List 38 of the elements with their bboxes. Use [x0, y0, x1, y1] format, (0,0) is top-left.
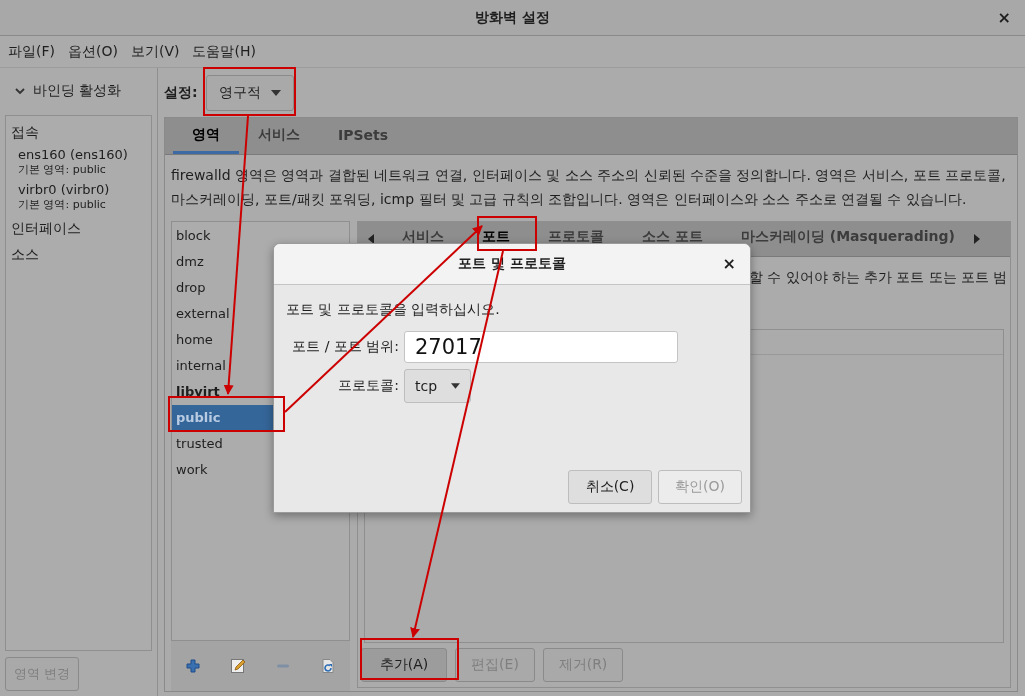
- section-heading[interactable]: 소스: [6, 242, 151, 268]
- caret-icon: [451, 383, 460, 389]
- port-field[interactable]: 27017: [404, 331, 678, 363]
- dialog-button[interactable]: 취소(C): [568, 470, 652, 504]
- scroll-right-icon[interactable]: [973, 234, 980, 244]
- menu-item[interactable]: 옵션(O): [62, 42, 124, 61]
- connection-item[interactable]: ens160 (ens160) 기본 영역: public: [6, 146, 151, 181]
- port-button[interactable]: 추가(A): [361, 648, 447, 682]
- close-button[interactable]: ×: [718, 254, 740, 273]
- protocol-dropdown[interactable]: tcp: [404, 369, 471, 403]
- connection-name: ens160 (ens160): [18, 147, 129, 162]
- close-button[interactable]: ×: [993, 8, 1015, 27]
- edit-icon[interactable]: [230, 658, 247, 674]
- section-heading[interactable]: 접속: [6, 120, 151, 146]
- configuration-dropdown[interactable]: 영구적: [205, 74, 294, 111]
- protocol-label: 프로토콜:: [337, 377, 399, 395]
- scroll-left-icon[interactable]: [368, 234, 374, 244]
- configuration-label: 설정:: [164, 83, 198, 102]
- highlight-frame: [477, 216, 537, 251]
- tab[interactable]: 영역: [173, 118, 239, 154]
- section-heading[interactable]: 인터페이스: [6, 216, 151, 242]
- binding-toggle[interactable]: 바인딩 활성화: [5, 73, 152, 109]
- menu-item[interactable]: 파일(F): [2, 42, 61, 61]
- default-zone-text: 기본 영역: public: [18, 162, 107, 177]
- window-title: 방화벽 설정: [475, 8, 550, 27]
- caret-icon: [270, 89, 281, 96]
- reload-icon[interactable]: [319, 658, 336, 674]
- zone-item[interactable]: block: [172, 223, 349, 249]
- menu-item[interactable]: 보기(V): [124, 42, 186, 61]
- ports-description: 할 수 있어야 하는 추가 포트 또는 포트 범: [749, 269, 1008, 285]
- tab[interactable]: 포트: [463, 222, 529, 256]
- default-zone-text: 기본 영역: public: [18, 197, 107, 212]
- add-icon[interactable]: [185, 658, 202, 674]
- menu-item[interactable]: 도움말(H): [186, 42, 262, 61]
- zone-item[interactable]: public: [172, 405, 273, 431]
- connection-name: virbr0 (virbr0): [18, 182, 111, 197]
- chevron-icon: [15, 86, 25, 96]
- connection-item[interactable]: virbr0 (virbr0) 기본 영역: public: [6, 181, 151, 216]
